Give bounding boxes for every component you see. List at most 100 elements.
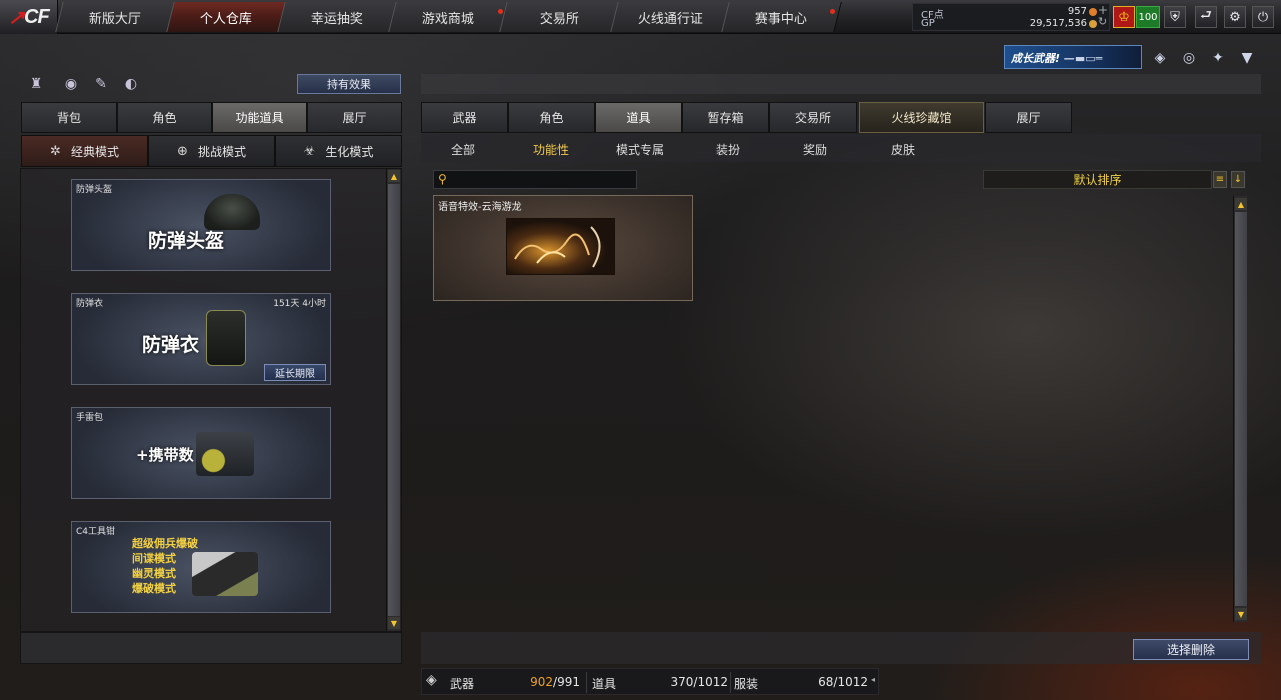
right-scrollbar[interactable]: ▲ ▼ [1233,196,1247,622]
left-tab-showroom[interactable]: 展厅 [307,102,402,133]
sort-dropdown[interactable]: 默认排序 [983,170,1212,189]
dragon-voice-icon [506,218,615,275]
c4-mode: 间谍模式 [132,552,176,565]
nav-tab-lucky-draw[interactable]: 幸运抽奖 [277,2,398,32]
subtab-dress-up[interactable]: 装扮 [716,141,740,158]
scroll-thumb[interactable] [1235,212,1247,606]
gp-coin-icon [1089,20,1097,28]
item-card-name: 防弹衣 [142,334,200,356]
exit-room-icon[interactable]: ⮐ [1195,6,1217,28]
spark-icon[interactable]: ✦ [1207,47,1229,69]
left-footer-bar [20,632,402,664]
cf-logo[interactable]: ↗ CF [0,0,58,34]
c4-mode: 超级佣兵爆破 [132,537,198,550]
rank-badge-icon[interactable]: ♔ [1113,6,1135,28]
subtab-rewards[interactable]: 奖励 [803,141,827,158]
power-icon[interactable]: ⏻ [1252,6,1274,28]
item-timer: 151天 4小时 [273,299,326,309]
divider [730,672,731,693]
subtab-all[interactable]: 全部 [451,141,475,158]
top-navigation-bar: ↗ CF 新版大厅 个人仓库 幸运抽奖 游戏商城 交易所 火线通行证 赛事中心 C… [0,0,1281,34]
hold-effect-button[interactable]: 持有效果 [297,74,401,94]
capacity-items-label: 道具 [592,677,617,691]
growth-weapon-banner[interactable]: 成长武器! —▬▭═ [1004,45,1142,69]
right-tab-weapons[interactable]: 武器 [421,102,508,133]
item-card-grenade-pack[interactable]: 手雷包 +携带数 [71,407,331,499]
mouse-icon[interactable]: ◐ [121,74,141,94]
left-tab-backpack[interactable]: 背包 [21,102,117,133]
scroll-up-icon[interactable]: ▲ [388,170,400,182]
currency-panel: CF点 957 GP 29,517,536 [912,3,1110,31]
capacity-bar: ◈ 武器 902/991 道具 370/1012 服装 68/1012 ◂ [421,668,879,695]
mode-tab-biochem[interactable]: ☣ 生化模式 [275,135,402,167]
stats-icon[interactable]: ♜ [26,74,46,94]
right-tab-showroom[interactable]: 展厅 [985,102,1072,133]
item-card-title: 手雷包 [76,413,104,423]
right-tab-exchange[interactable]: 交易所 [769,102,857,133]
item-card-title: C4工具钳 [76,527,116,537]
left-item-list: 防弹头盔 防弹头盔 防弹衣 151天 4小时 防弹衣 延长期限 手雷包 +携带数… [20,168,402,632]
left-scrollbar[interactable]: ▲ ▼ [386,169,400,631]
cf-coin-icon [1089,8,1097,16]
capacity-weapons-label: 武器 [450,677,475,691]
right-tab-items[interactable]: 道具 [595,102,682,133]
c4-mode: 爆破模式 [132,582,176,595]
subtab-skins[interactable]: 皮肤 [891,141,915,158]
v-badge-icon[interactable]: ◈ [1149,47,1171,69]
spray-icon[interactable]: ✎ [91,74,111,94]
right-header-strip [421,74,1261,94]
gear-icon[interactable]: ⚙ [1224,6,1246,28]
nav-tab-new-lobby[interactable]: 新版大厅 [55,2,176,32]
shield-icon[interactable]: ⛨ [1164,6,1186,28]
notification-dot [830,9,835,14]
capacity-outfit-label: 服装 [734,677,759,691]
mode-label: 挑战模式 [197,144,246,159]
nav-tab-personal-storage[interactable]: 个人仓库 [166,2,287,32]
item-card-voice-effect[interactable]: 语音特效-云海游龙 [433,195,693,301]
nav-tab-battle-pass[interactable]: 火线通行证 [610,2,731,32]
search-icon: ⚲ [438,172,447,186]
extend-period-button[interactable]: 延长期限 [264,364,326,381]
item-card-name: 防弹头盔 [148,230,225,252]
grenade-icon [196,432,254,476]
item-card-c4-pliers[interactable]: C4工具钳 超级佣兵爆破 间谍模式 幽灵模式 爆破模式 [71,521,331,613]
cf-points-value: 957 [1067,6,1087,17]
mode-label: 经典模式 [70,144,119,159]
right-tab-collection-hall[interactable]: 火线珍藏馆 [859,102,984,133]
select-delete-button[interactable]: 选择删除 [1133,639,1249,660]
search-input[interactable]: ⚲ [433,170,637,189]
collapse-arrow-icon[interactable]: ◂ [871,675,875,684]
nav-tab-event-center[interactable]: 赛事中心 [721,2,842,32]
sort-direction-icon[interactable]: ↓ [1231,171,1245,188]
weapons-total: /991 [553,675,580,689]
right-tab-temp-box[interactable]: 暂存箱 [682,102,769,133]
list-view-icon[interactable]: ≡ [1213,171,1227,188]
c4-tool-icon [192,552,258,596]
crosshair-icon: ✲ [50,143,61,159]
subtab-functional[interactable]: 功能性 [533,141,569,158]
eye-icon[interactable]: ◉ [61,74,81,94]
capacity-outfit-value: 68/1012 [818,675,868,689]
subtab-mode-exclusive[interactable]: 模式专属 [616,141,664,158]
gp-value: 29,517,536 [1029,18,1087,29]
right-tab-character[interactable]: 角色 [508,102,595,133]
left-tab-functional-items[interactable]: 功能道具 [212,102,307,133]
mode-tab-challenge[interactable]: ⊕ 挑战模式 [148,135,275,167]
refresh-icon[interactable]: ↻ [1098,15,1107,28]
item-card-vest[interactable]: 防弹衣 151天 4小时 防弹衣 延长期限 [71,293,331,385]
target-icon: ⊕ [177,143,188,159]
mode-tab-classic[interactable]: ✲ 经典模式 [21,135,148,167]
w-badge-icon[interactable]: ▼ [1236,47,1258,69]
nav-tab-exchange[interactable]: 交易所 [499,2,620,32]
left-tab-character[interactable]: 角色 [117,102,212,133]
scroll-down-icon[interactable]: ▼ [388,617,400,629]
item-card-helmet[interactable]: 防弹头盔 防弹头盔 [71,179,331,271]
item-card-title: 防弹头盔 [76,185,113,195]
c4-mode-list: 超级佣兵爆破 间谍模式 幽灵模式 爆破模式 [132,536,198,596]
globe-icon[interactable]: ◎ [1178,47,1200,69]
scroll-up-icon[interactable]: ▲ [1235,198,1247,210]
level-badge[interactable]: 100 [1136,6,1160,28]
scroll-thumb[interactable] [388,184,400,616]
scroll-down-icon[interactable]: ▼ [1235,608,1247,620]
nav-tab-game-mall[interactable]: 游戏商城 [388,2,509,32]
